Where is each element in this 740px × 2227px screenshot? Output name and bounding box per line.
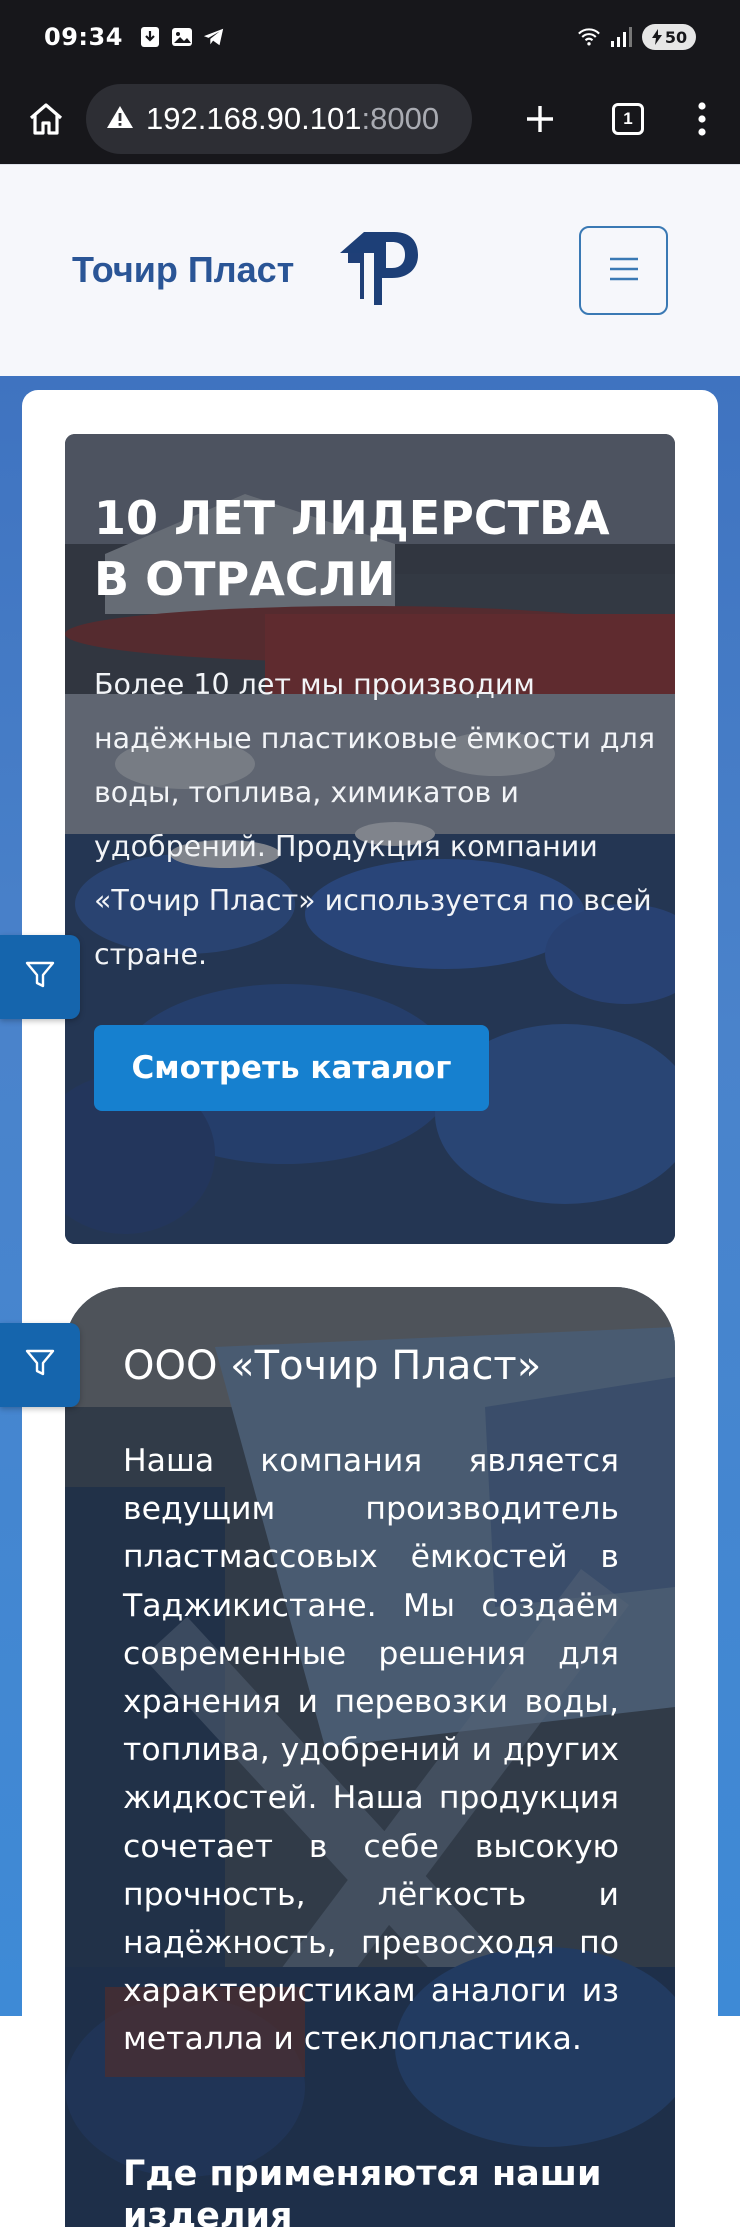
browser-toolbar: 192.168.90.101:8000 1 <box>0 74 740 164</box>
filter-button[interactable] <box>0 935 80 1019</box>
home-icon[interactable] <box>20 93 72 145</box>
address-bar[interactable]: 192.168.90.101:8000 <box>86 84 472 154</box>
signal-icon <box>610 26 632 48</box>
url-host: 192.168.90.101 <box>146 101 362 136</box>
about-title: ООО «Точир Пласт» <box>123 1343 542 1389</box>
notification-icons <box>139 26 225 48</box>
warning-icon[interactable] <box>106 104 134 134</box>
wifi-icon <box>578 26 600 48</box>
image-icon <box>171 26 193 48</box>
battery-icon: 50 <box>642 24 696 50</box>
filter-button[interactable] <box>0 1323 80 1407</box>
url-port: :8000 <box>361 101 440 136</box>
logo-icon[interactable] <box>338 229 420 309</box>
url-text[interactable]: 192.168.90.101:8000 <box>146 101 439 137</box>
hero-section: 10 ЛЕТ ЛИДЕРСТВА В ОТРАСЛИ Более 10 лет … <box>65 434 675 1244</box>
about-section: ООО «Точир Пласт» Наша компания является… <box>65 1287 675 2227</box>
brand-name[interactable]: Точир Пласт <box>72 249 294 291</box>
telegram-icon <box>203 26 225 48</box>
hamburger-icon <box>609 257 639 284</box>
filter-icon <box>24 959 56 995</box>
status-bar: 09:34 50 <box>0 0 740 74</box>
tab-count: 1 <box>612 103 644 135</box>
tabs-icon[interactable]: 1 <box>602 93 654 145</box>
filter-icon <box>24 1347 56 1383</box>
menu-toggle-button[interactable] <box>579 226 668 315</box>
plus-icon[interactable] <box>514 93 566 145</box>
about-text: Наша компания является ведущим производи… <box>123 1443 619 2058</box>
status-time: 09:34 <box>44 23 123 51</box>
system-icons: 50 <box>578 24 696 50</box>
browser-actions: 1 <box>514 93 720 145</box>
view-catalog-button[interactable]: Смотреть каталог <box>94 1025 489 1111</box>
hero-title: 10 ЛЕТ ЛИДЕРСТВА В ОТРАСЛИ <box>94 491 610 606</box>
about-subtitle: Где применяются наши изделия <box>123 2154 602 2227</box>
site-header: Точир Пласт <box>0 164 740 376</box>
menu-dots-icon[interactable] <box>690 93 714 145</box>
page: 09:34 50 192.168.90.101:8000 1 Точир Пла… <box>0 0 740 2227</box>
battery-level: 50 <box>664 27 688 47</box>
hero-text: Более 10 лет мы производим надёжные плас… <box>94 668 655 971</box>
download-icon <box>139 26 161 48</box>
